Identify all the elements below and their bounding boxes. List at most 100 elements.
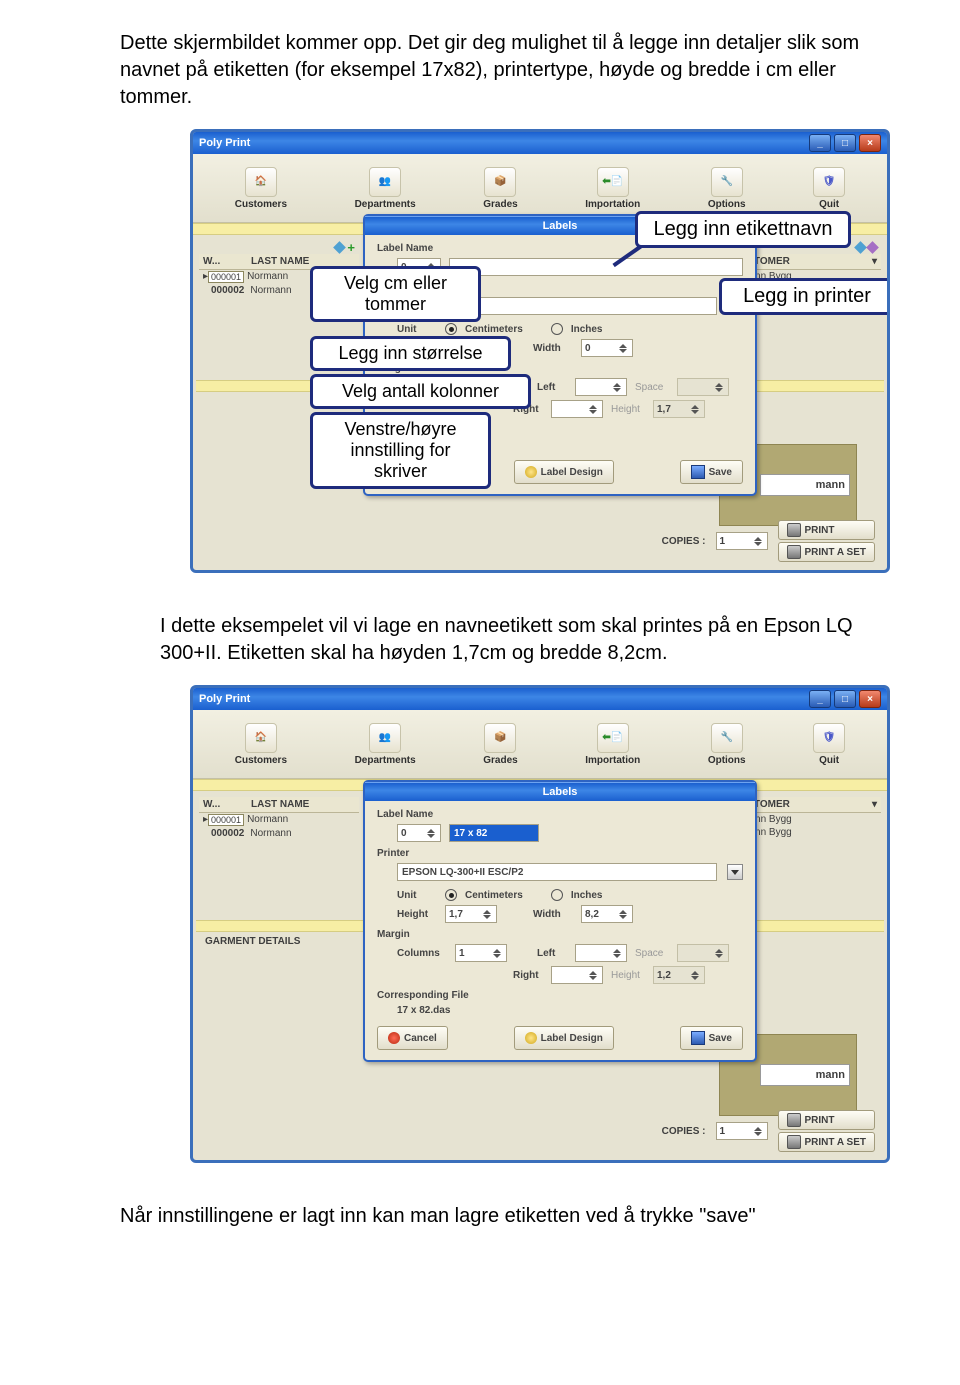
- print-button[interactable]: PRINT: [778, 1110, 875, 1130]
- paragraph-2: I dette eksempelet vil vi lage en navnee…: [160, 613, 860, 667]
- quit-icon: 🛡: [813, 723, 845, 753]
- minimize-button[interactable]: _: [809, 134, 831, 152]
- cancel-button[interactable]: Cancel: [377, 1026, 448, 1050]
- print-set-button[interactable]: PRINT A SET: [778, 1132, 875, 1152]
- callout-size: Legg inn størrelse: [310, 336, 511, 371]
- toolbar-departments-label: Departments: [355, 199, 416, 210]
- printer-icon: [787, 1135, 801, 1149]
- titlebar: Poly Print _ □ ×: [193, 688, 887, 710]
- app-window: Poly Print _ □ × 🏠Customers 👥Departments…: [190, 685, 890, 1163]
- left-spinner[interactable]: [575, 944, 627, 962]
- space-spinner: [677, 378, 729, 396]
- cancel-icon: [388, 1032, 400, 1044]
- radio-in-label: Inches: [571, 324, 603, 335]
- dialog-title: Labels: [365, 782, 755, 801]
- copies-spinner[interactable]: 1: [716, 1122, 768, 1140]
- space-spinner: [677, 944, 729, 962]
- paragraph-1: Dette skjermbildet kommer opp. Det gir d…: [120, 30, 860, 111]
- print-set-button[interactable]: PRINT A SET: [778, 542, 875, 562]
- toolbar-departments[interactable]: 👥Departments: [355, 723, 416, 766]
- paragraph-3: Når innstillingene er lagt inn kan man l…: [120, 1203, 860, 1230]
- left-label: Left: [537, 948, 567, 959]
- label-design-button[interactable]: Label Design: [514, 1026, 614, 1050]
- close-button[interactable]: ×: [859, 134, 881, 152]
- callout-label-name: Legg inn etikettnavn: [635, 211, 851, 248]
- toolbar-options[interactable]: 🔧 Options: [708, 167, 746, 210]
- plus-icon[interactable]: +: [347, 243, 355, 252]
- radio-in[interactable]: [551, 323, 563, 335]
- label-name-input[interactable]: 17 x 82: [449, 824, 539, 842]
- toolbar-quit[interactable]: 🛡 Quit: [813, 723, 845, 766]
- list-row[interactable]: ▸000001 Normann: [199, 813, 359, 827]
- radio-in[interactable]: [551, 889, 563, 901]
- save-button[interactable]: Save: [680, 460, 743, 484]
- printer-dropdown[interactable]: [727, 864, 743, 880]
- diamond-icon[interactable]: [334, 241, 347, 254]
- space-label: Space: [635, 382, 669, 393]
- height2-spinner: 1,7: [653, 400, 705, 418]
- margin-label: Margin: [377, 929, 743, 940]
- save-icon: [691, 465, 705, 479]
- diamond-icon[interactable]: [854, 241, 867, 254]
- printer-input[interactable]: EPSON LQ-300+II ESC/P2: [397, 863, 717, 881]
- grades-icon: 📦: [484, 167, 516, 197]
- save-button[interactable]: Save: [680, 1026, 743, 1050]
- toolbar-customers-label: Customers: [235, 755, 287, 766]
- diamond-icon[interactable]: [866, 241, 879, 254]
- right-label: Right: [513, 970, 543, 981]
- col-lastname: LAST NAME: [251, 256, 309, 267]
- copies-label: COPIES :: [662, 1126, 706, 1137]
- toolbar-importation-label: Importation: [585, 199, 640, 210]
- right-spinner[interactable]: [551, 400, 603, 418]
- maximize-button[interactable]: □: [834, 690, 856, 708]
- close-button[interactable]: ×: [859, 690, 881, 708]
- printer-icon: [787, 523, 801, 537]
- toolbar-quit-label: Quit: [819, 755, 839, 766]
- toolbar-options-label: Options: [708, 199, 746, 210]
- list-row[interactable]: 000002 Normann: [199, 827, 359, 840]
- customers-icon: 🏠: [245, 167, 277, 197]
- app-title: Poly Print: [199, 137, 250, 149]
- toolbar-customers[interactable]: 🏠Customers: [235, 723, 287, 766]
- minimize-button[interactable]: _: [809, 690, 831, 708]
- callout-unit: Velg cm ellertommer: [310, 266, 481, 322]
- row-name: Normann: [250, 285, 291, 296]
- toolbar-options[interactable]: 🔧Options: [708, 723, 746, 766]
- columns-spinner[interactable]: 1: [455, 944, 507, 962]
- toolbar-departments-label: Departments: [355, 755, 416, 766]
- app-title: Poly Print: [199, 693, 250, 705]
- right-spinner[interactable]: [551, 966, 603, 984]
- label-num-spinner[interactable]: 0: [397, 824, 441, 842]
- col-w: W...: [203, 799, 251, 810]
- toolbar-grades[interactable]: 📦Grades: [483, 723, 517, 766]
- radio-cm[interactable]: [445, 323, 457, 335]
- printer-label: Printer: [377, 848, 743, 859]
- height-spinner[interactable]: 1,7: [445, 905, 497, 923]
- app-window: Poly Print _ □ × 🏠 Customers 👥 Departmen…: [190, 129, 890, 573]
- importation-icon: ⬅📄: [597, 167, 629, 197]
- figure-1: Poly Print _ □ × 🏠 Customers 👥 Departmen…: [190, 129, 890, 573]
- width-spinner[interactable]: 0: [581, 339, 633, 357]
- toolbar-grades[interactable]: 📦 Grades: [483, 167, 517, 210]
- toolbar-importation[interactable]: ⬅📄 Importation: [585, 723, 640, 766]
- toolbar-departments[interactable]: 👥 Departments: [355, 167, 416, 210]
- maximize-button[interactable]: □: [834, 134, 856, 152]
- print-button[interactable]: PRINT: [778, 520, 875, 540]
- toolbar-quit[interactable]: 🛡 Quit: [813, 167, 845, 210]
- label-design-button[interactable]: Label Design: [514, 460, 614, 484]
- callout-printer: Legg in printer: [719, 278, 890, 315]
- main-toolbar: 🏠Customers 👥Departments 📦Grades ⬅📄 Import…: [193, 710, 887, 779]
- width-spinner[interactable]: 8,2: [581, 905, 633, 923]
- toolbar-importation-label: Importation: [585, 755, 640, 766]
- toolbar-grades-label: Grades: [483, 199, 517, 210]
- radio-cm[interactable]: [445, 889, 457, 901]
- label-name-input[interactable]: [449, 258, 743, 276]
- height-label: Height: [397, 909, 437, 920]
- copies-spinner[interactable]: 1: [716, 532, 768, 550]
- left-spinner[interactable]: [575, 378, 627, 396]
- toolbar-customers[interactable]: 🏠 Customers: [235, 167, 287, 210]
- row-id: 000001: [208, 814, 244, 826]
- design-icon: [525, 466, 537, 478]
- importation-icon: ⬅📄: [597, 723, 629, 753]
- toolbar-importation[interactable]: ⬅📄 Importation: [585, 167, 640, 210]
